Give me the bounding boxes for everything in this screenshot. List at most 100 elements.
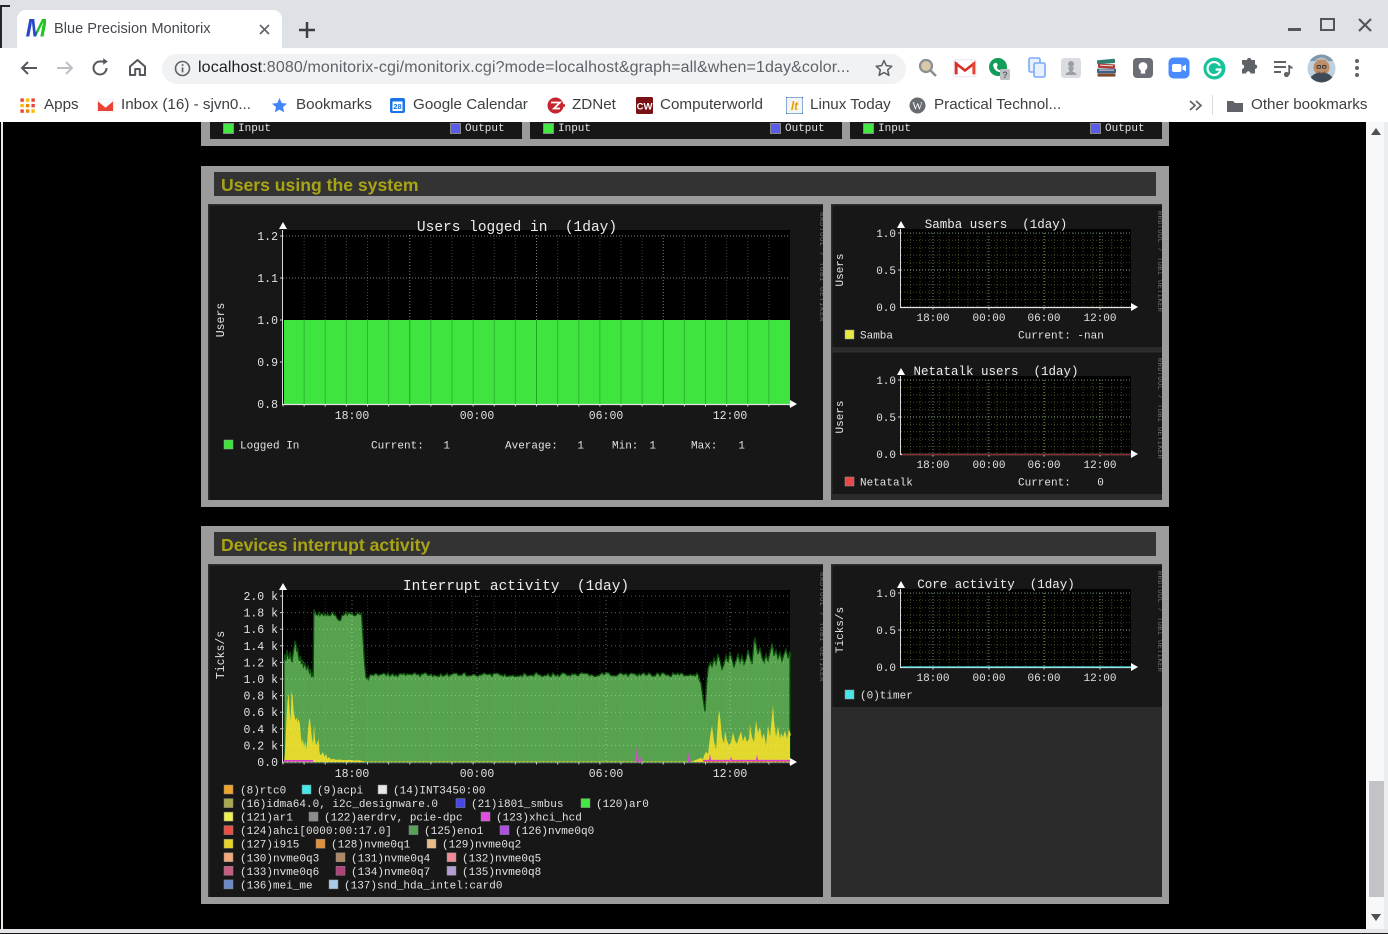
svg-text:1.0: 1.0	[876, 229, 896, 241]
svg-text:0.8 k: 0.8 k	[243, 691, 278, 704]
svg-text:(124)ahci[0000:00:17.0]: (124)ahci[0000:00:17.0]	[240, 826, 392, 838]
svg-text:1: 1	[738, 441, 745, 453]
svg-text:06:00: 06:00	[1027, 460, 1060, 472]
svg-text:(132)nvme0q5: (132)nvme0q5	[462, 853, 541, 865]
svg-text:12:00: 12:00	[713, 410, 748, 423]
svg-text:00:00: 00:00	[460, 410, 495, 423]
svg-text:1: 1	[649, 441, 656, 453]
svg-text:(129)nvme0q2: (129)nvme0q2	[442, 840, 521, 852]
svg-text:1: 1	[577, 441, 584, 453]
svg-text:1.0: 1.0	[876, 376, 896, 388]
svg-text:RRDTOOL / TOBI OETIKER: RRDTOOL / TOBI OETIKER	[1155, 358, 1162, 460]
svg-text:12:00: 12:00	[1083, 460, 1116, 472]
svg-text:12:00: 12:00	[1083, 313, 1116, 325]
svg-text:(127)i915: (127)i915	[240, 840, 299, 852]
svg-text:RRDTOOL / TOBI OETIKER: RRDTOOL / TOBI OETIKER	[1155, 571, 1162, 673]
svg-text:12:00: 12:00	[713, 768, 748, 781]
svg-text:Users: Users	[835, 400, 847, 433]
svg-text:Current: -nan: Current: -nan	[1018, 331, 1104, 343]
svg-text:(128)nvme0q1: (128)nvme0q1	[331, 840, 411, 852]
svg-text:1.0: 1.0	[876, 589, 896, 601]
svg-text:RRDTOOL / TOBI OETIKER: RRDTOOL / TOBI OETIKER	[817, 572, 823, 682]
svg-text:Ticks/s: Ticks/s	[835, 607, 847, 653]
svg-text:CW: CW	[637, 102, 653, 113]
svg-text:0.0: 0.0	[876, 450, 896, 462]
svg-text:Users logged in (1day): Users logged in (1day)	[417, 220, 617, 236]
svg-text:Min:: Min:	[612, 441, 638, 453]
svg-text:1.0 k: 1.0 k	[243, 674, 278, 687]
svg-text:(131)nvme0q4: (131)nvme0q4	[351, 853, 431, 865]
svg-text:Average:: Average:	[505, 441, 558, 453]
svg-text:Netatalk: Netatalk	[860, 478, 913, 490]
svg-text:(125)eno1: (125)eno1	[424, 826, 484, 838]
svg-text:Users: Users	[215, 303, 228, 338]
svg-text:Interrupt activity (1day): Interrupt activity (1day)	[403, 579, 629, 595]
svg-text:0.0: 0.0	[876, 663, 896, 675]
svg-text:0.8: 0.8	[257, 399, 278, 412]
svg-text:Netatalk users (1day): Netatalk users (1day)	[913, 365, 1078, 379]
svg-text:(8)rtc0: (8)rtc0	[240, 786, 286, 798]
svg-text:18:00: 18:00	[916, 460, 949, 472]
svg-text:1.6 k: 1.6 k	[243, 624, 278, 637]
svg-text:1.0: 1.0	[257, 315, 278, 328]
svg-text:M: M	[26, 18, 46, 38]
svg-text:(0)timer: (0)timer	[860, 691, 913, 703]
svg-text:06:00: 06:00	[589, 768, 624, 781]
svg-text:0.9: 0.9	[257, 357, 278, 370]
svg-text:0.5: 0.5	[876, 266, 896, 278]
svg-text:(14)INT3450:00: (14)INT3450:00	[393, 786, 485, 798]
svg-text:18:00: 18:00	[916, 313, 949, 325]
svg-text:Current: 0: Current: 0	[1018, 478, 1104, 490]
svg-text:Logged In: Logged In	[240, 441, 299, 453]
svg-text:(122)aerdrv, pcie-dpc: (122)aerdrv, pcie-dpc	[324, 813, 463, 825]
svg-text:(130)nvme0q3: (130)nvme0q3	[240, 853, 319, 865]
svg-text:1.8 k: 1.8 k	[243, 608, 278, 621]
svg-text:Ticks/s: Ticks/s	[215, 631, 228, 679]
svg-text:RRDTOOL / TOBI OETIKER: RRDTOOL / TOBI OETIKER	[1155, 211, 1162, 313]
svg-text:(134)nvme0q7: (134)nvme0q7	[351, 867, 430, 879]
svg-text:2.0 k: 2.0 k	[243, 591, 278, 604]
svg-text:06:00: 06:00	[1027, 313, 1060, 325]
svg-text:18:00: 18:00	[335, 410, 370, 423]
svg-text:(16)idma64.0, i2c_designware.0: (16)idma64.0, i2c_designware.0	[240, 799, 438, 811]
svg-text:W: W	[912, 101, 923, 113]
svg-text:(123)xhci_hcd: (123)xhci_hcd	[496, 813, 582, 825]
svg-text:Core activity (1day): Core activity (1day)	[917, 578, 1075, 592]
svg-text:(126)nvme0q0: (126)nvme0q0	[515, 826, 594, 838]
svg-text:(120)ar0: (120)ar0	[596, 799, 649, 811]
svg-text:00:00: 00:00	[972, 460, 1005, 472]
svg-text:0.2 k: 0.2 k	[243, 740, 278, 753]
svg-text:Samba: Samba	[860, 331, 893, 343]
svg-text:(137)snd_hda_intel:card0: (137)snd_hda_intel:card0	[344, 880, 502, 892]
svg-text:12:00: 12:00	[1083, 673, 1116, 685]
svg-text:Users: Users	[835, 253, 847, 286]
svg-text:(133)nvme0q6: (133)nvme0q6	[240, 867, 319, 879]
svg-text:0.5: 0.5	[876, 413, 896, 425]
svg-text:(21)i801_smbus: (21)i801_smbus	[471, 799, 563, 811]
svg-text:(136)mei_me: (136)mei_me	[240, 880, 313, 892]
svg-text:(9)acpi: (9)acpi	[317, 786, 364, 798]
svg-text:1.2: 1.2	[257, 231, 278, 244]
svg-text:lt: lt	[791, 99, 799, 113]
svg-text:0.0: 0.0	[876, 303, 896, 315]
svg-text:Samba users (1day): Samba users (1day)	[925, 218, 1068, 232]
svg-text:Current:: Current:	[371, 441, 424, 453]
svg-text:06:00: 06:00	[589, 410, 624, 423]
svg-text:0.6 k: 0.6 k	[243, 707, 278, 720]
svg-text:0.0: 0.0	[257, 757, 278, 770]
svg-text:1: 1	[443, 441, 450, 453]
svg-text:18:00: 18:00	[335, 768, 370, 781]
svg-text:06:00: 06:00	[1027, 673, 1060, 685]
svg-text:00:00: 00:00	[972, 313, 1005, 325]
svg-text:28: 28	[393, 102, 401, 111]
svg-text:?: ?	[1002, 70, 1008, 80]
svg-text:0.5: 0.5	[876, 626, 896, 638]
svg-text:1.1: 1.1	[257, 273, 278, 286]
svg-text:1.4 k: 1.4 k	[243, 641, 278, 654]
svg-text:0.4 k: 0.4 k	[243, 724, 278, 737]
svg-text:(121)ar1: (121)ar1	[240, 813, 293, 825]
svg-text:18:00: 18:00	[916, 673, 949, 685]
svg-text:RRDTOOL / TOBI OETIKER: RRDTOOL / TOBI OETIKER	[817, 212, 823, 322]
svg-text:1.2 k: 1.2 k	[243, 657, 278, 670]
svg-text:00:00: 00:00	[972, 673, 1005, 685]
